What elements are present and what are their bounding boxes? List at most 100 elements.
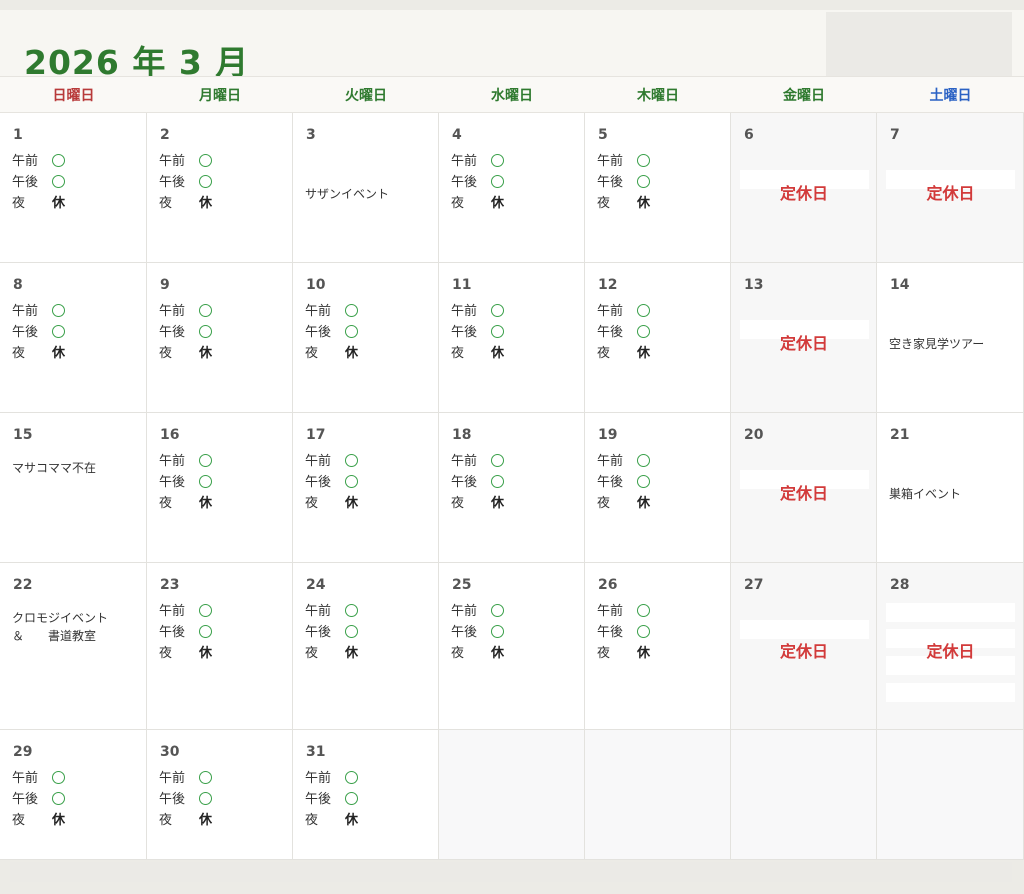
period-label: 午後 xyxy=(597,175,624,190)
schedule-list: 午前 午後夜休 xyxy=(597,601,707,664)
schedule-morning: 午前 xyxy=(597,601,707,622)
period-label: 夜 xyxy=(597,496,611,511)
open-circle-icon xyxy=(199,601,212,622)
open-circle-icon xyxy=(345,601,358,622)
off-label: 休 xyxy=(345,646,359,661)
day-cell[interactable]: 20 定休日 xyxy=(731,413,877,563)
day-cell[interactable]: 29 午前 午後夜休 xyxy=(0,730,147,860)
schedule-night: 夜休 xyxy=(597,343,707,364)
event-note: 巣箱イベント xyxy=(889,487,962,501)
schedule-list: 午前 午後夜休 xyxy=(451,601,561,664)
schedule-morning: 午前 xyxy=(305,301,415,322)
day-cell[interactable]: 13 定休日 xyxy=(731,263,877,413)
schedule-afternoon: 午後 xyxy=(597,622,707,643)
day-cell[interactable]: 24 午前 午後夜休 xyxy=(293,563,439,730)
day-cell[interactable]: 7 定休日 xyxy=(877,113,1024,263)
day-cell[interactable]: 15 マサコママ不在 xyxy=(0,413,147,563)
period-label: 夜 xyxy=(159,813,173,828)
period-label: 夜 xyxy=(12,346,26,361)
open-circle-icon xyxy=(491,151,504,172)
open-circle-icon xyxy=(637,451,650,472)
day-cell[interactable]: 31 午前 午後夜休 xyxy=(293,730,439,860)
schedule-morning: 午前 xyxy=(159,301,269,322)
closed-day-label: 定休日 xyxy=(779,484,828,503)
day-cell[interactable]: 17 午前 午後夜休 xyxy=(293,413,439,563)
open-circle-icon xyxy=(52,301,65,322)
day-cell[interactable]: 6 定休日 xyxy=(731,113,877,263)
schedule-night: 夜休 xyxy=(597,193,707,214)
available-circle-icon xyxy=(52,792,65,805)
available-circle-icon xyxy=(345,454,358,467)
period-label: 夜 xyxy=(305,813,319,828)
day-cell[interactable]: 10 午前 午後夜休 xyxy=(293,263,439,413)
day-number: 4 xyxy=(452,127,462,143)
schedule-night: 夜休 xyxy=(159,643,269,664)
closed-band xyxy=(740,620,869,639)
day-cell[interactable]: 2 午前 午後夜休 xyxy=(147,113,293,263)
period-label: 夜 xyxy=(12,196,26,211)
schedule-afternoon: 午後 xyxy=(12,172,122,193)
day-cell[interactable]: 11 午前 午後夜休 xyxy=(439,263,585,413)
schedule-morning: 午前 xyxy=(597,301,707,322)
schedule-list: 午前 午後夜休 xyxy=(159,301,269,364)
available-circle-icon xyxy=(199,154,212,167)
day-cell[interactable]: 18 午前 午後夜休 xyxy=(439,413,585,563)
day-cell[interactable]: 27 定休日 xyxy=(731,563,877,730)
day-cell[interactable]: 5 午前 午後夜休 xyxy=(585,113,731,263)
day-cell[interactable]: 30 午前 午後夜休 xyxy=(147,730,293,860)
day-cell[interactable]: 22 クロモジイベント ＆ 書道教室 xyxy=(0,563,147,730)
schedule-night: 夜休 xyxy=(12,810,122,831)
schedule-afternoon: 午後 xyxy=(12,789,122,810)
schedule-list: 午前 午後夜休 xyxy=(451,301,561,364)
open-circle-icon xyxy=(52,789,65,810)
off-label: 休 xyxy=(491,196,505,211)
closed-day-label: 定休日 xyxy=(779,184,828,203)
day-cell[interactable]: 3 サザンイベント xyxy=(293,113,439,263)
available-circle-icon xyxy=(345,325,358,338)
day-number: 2 xyxy=(160,127,170,143)
period-label: 午前 xyxy=(305,771,332,786)
day-number: 17 xyxy=(306,427,326,443)
available-circle-icon xyxy=(345,625,358,638)
schedule-morning: 午前 xyxy=(159,451,269,472)
day-cell[interactable]: 26 午前 午後夜休 xyxy=(585,563,731,730)
day-cell[interactable]: 1 午前 午後夜休 xyxy=(0,113,147,263)
schedule-afternoon: 午後 xyxy=(12,322,122,343)
day-cell[interactable]: 28 定休日 xyxy=(877,563,1024,730)
event-note: サザンイベント xyxy=(305,187,390,201)
day-cell[interactable]: 12 午前 午後夜休 xyxy=(585,263,731,413)
off-label: 休 xyxy=(52,196,66,211)
day-cell[interactable]: 8 午前 午後夜休 xyxy=(0,263,147,413)
day-cell[interactable]: 14 空き家見学ツアー xyxy=(877,263,1024,413)
period-label: 午前 xyxy=(597,454,624,469)
period-label: 夜 xyxy=(305,346,319,361)
period-label: 午後 xyxy=(12,175,39,190)
open-circle-icon xyxy=(637,151,650,172)
period-label: 夜 xyxy=(12,813,26,828)
day-cell[interactable]: 9 午前 午後夜休 xyxy=(147,263,293,413)
off-label: 休 xyxy=(637,496,651,511)
day-number: 22 xyxy=(13,577,33,593)
off-label: 休 xyxy=(199,646,213,661)
available-circle-icon xyxy=(491,475,504,488)
day-cell[interactable]: 19 午前 午後夜休 xyxy=(585,413,731,563)
schedule-afternoon: 午後 xyxy=(159,622,269,643)
day-cell[interactable]: 16 午前 午後夜休 xyxy=(147,413,293,563)
day-number: 15 xyxy=(13,427,33,443)
schedule-afternoon: 午後 xyxy=(305,472,415,493)
period-label: 午前 xyxy=(305,604,332,619)
period-label: 夜 xyxy=(597,196,611,211)
day-cell[interactable]: 4 午前 午後夜休 xyxy=(439,113,585,263)
open-circle-icon xyxy=(199,151,212,172)
schedule-morning: 午前 xyxy=(305,601,415,622)
period-label: 午前 xyxy=(451,454,478,469)
day-cell[interactable]: 21 巣箱イベント xyxy=(877,413,1024,563)
open-circle-icon xyxy=(637,622,650,643)
period-label: 夜 xyxy=(159,346,173,361)
day-cell[interactable]: 23 午前 午後夜休 xyxy=(147,563,293,730)
day-cell[interactable]: 25 午前 午後夜休 xyxy=(439,563,585,730)
schedule-night: 夜休 xyxy=(12,193,122,214)
weekday-label: 水曜日 xyxy=(491,88,533,104)
schedule-morning: 午前 xyxy=(451,601,561,622)
available-circle-icon xyxy=(637,454,650,467)
